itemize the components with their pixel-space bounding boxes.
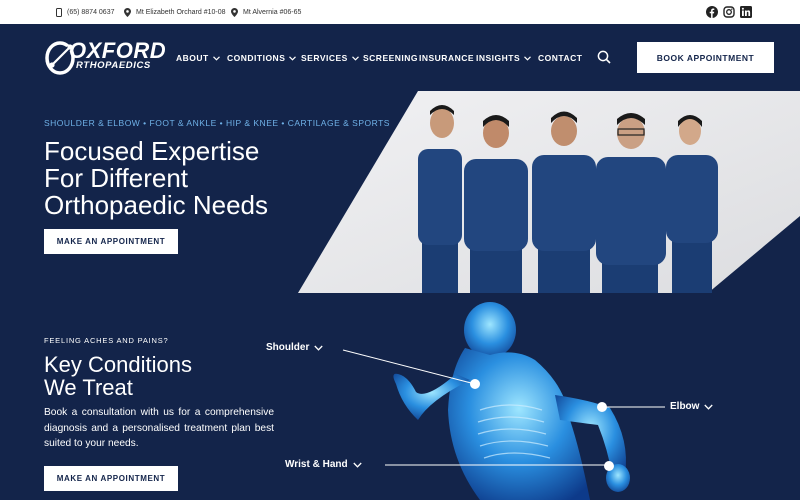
section-eyebrow: FEELING ACHES AND PAINS? (44, 336, 169, 345)
hero-title-line: Focused Expertise (44, 136, 260, 166)
wrist-hand-label[interactable]: Wrist & Hand (285, 459, 362, 470)
search-icon[interactable] (597, 50, 611, 64)
location-link-orchard[interactable]: Mt Elizabeth Orchard #10-08 (124, 0, 226, 24)
nav-label: SCREENING (363, 53, 419, 63)
nav-label: INSIGHTS (476, 53, 521, 63)
chevron-down-icon (212, 55, 220, 61)
chevron-down-icon (289, 55, 297, 61)
nav-label: CONTACT (538, 53, 583, 63)
nav-item-screening[interactable]: SCREENING (363, 51, 418, 65)
condition-label: Wrist & Hand (285, 459, 348, 470)
shoulder-label[interactable]: Shoulder (266, 342, 324, 353)
facebook-icon[interactable] (706, 6, 718, 18)
logo[interactable]: OXFORD RTHOPAEDICS (45, 40, 166, 76)
logo-subtext: RTHOPAEDICS (76, 60, 151, 71)
phone-number: (65) 8874 0637 (67, 8, 115, 16)
chevron-down-icon (352, 462, 362, 468)
chevron-down-icon (704, 404, 714, 410)
book-appointment-button[interactable]: BOOK APPOINTMENT (637, 42, 774, 73)
location-text: Mt Elizabeth Orchard #10-08 (136, 8, 226, 16)
section-title-line: We Treat (44, 375, 133, 400)
nav-item-services[interactable]: SERVICES (301, 51, 359, 65)
chevron-down-icon (524, 55, 532, 61)
map-pin-icon (231, 7, 238, 17)
location-link-alvernia[interactable]: Mt Alvernia #06-65 (231, 0, 301, 24)
chevron-down-icon (314, 345, 324, 351)
make-appointment-button[interactable]: MAKE AN APPOINTMENT (44, 466, 178, 491)
chevron-down-icon (351, 55, 359, 61)
phone-icon (56, 7, 62, 17)
nav-label: SERVICES (301, 53, 348, 63)
anatomy-illustration (342, 302, 665, 500)
nav-item-conditions[interactable]: CONDITIONS (227, 51, 297, 65)
nav-item-insurance[interactable]: INSURANCE (419, 51, 474, 65)
team-photo (298, 91, 800, 293)
hero-title-line: For Different (44, 163, 189, 193)
hero-title: Focused Expertise For Different Orthopae… (44, 138, 304, 219)
make-appointment-button[interactable]: MAKE AN APPOINTMENT (44, 229, 178, 254)
instagram-icon[interactable] (723, 6, 735, 18)
nav-label: CONDITIONS (227, 53, 286, 63)
section-description: Book a consultation with us for a compre… (44, 407, 274, 449)
nav-item-insights[interactable]: INSIGHTS (476, 51, 532, 65)
phone-link[interactable]: (65) 8874 0637 (56, 0, 114, 24)
linkedin-icon[interactable] (740, 6, 752, 18)
main-header: OXFORD RTHOPAEDICS ABOUT CONDITIONS SERV… (0, 24, 800, 90)
nav-item-about[interactable]: ABOUT (176, 51, 220, 65)
map-pin-icon (124, 7, 131, 17)
nav-label: ABOUT (176, 53, 209, 63)
section-title: Key Conditions We Treat (44, 353, 264, 399)
section-title-line: Key Conditions (44, 352, 192, 377)
top-bar: (65) 8874 0637 Mt Elizabeth Orchard #10-… (0, 0, 800, 24)
condition-label: Elbow (670, 401, 700, 412)
nav-item-contact[interactable]: CONTACT (538, 51, 582, 65)
hero-title-line: Orthopaedic Needs (44, 190, 269, 220)
wrist-joint-marker[interactable] (604, 461, 614, 471)
logo-text: OXFORD (69, 38, 167, 63)
nav-label: INSURANCE (419, 53, 475, 63)
location-text: Mt Alvernia #06-65 (243, 8, 302, 16)
condition-label: Shoulder (266, 342, 310, 353)
elbow-label[interactable]: Elbow (670, 401, 714, 412)
